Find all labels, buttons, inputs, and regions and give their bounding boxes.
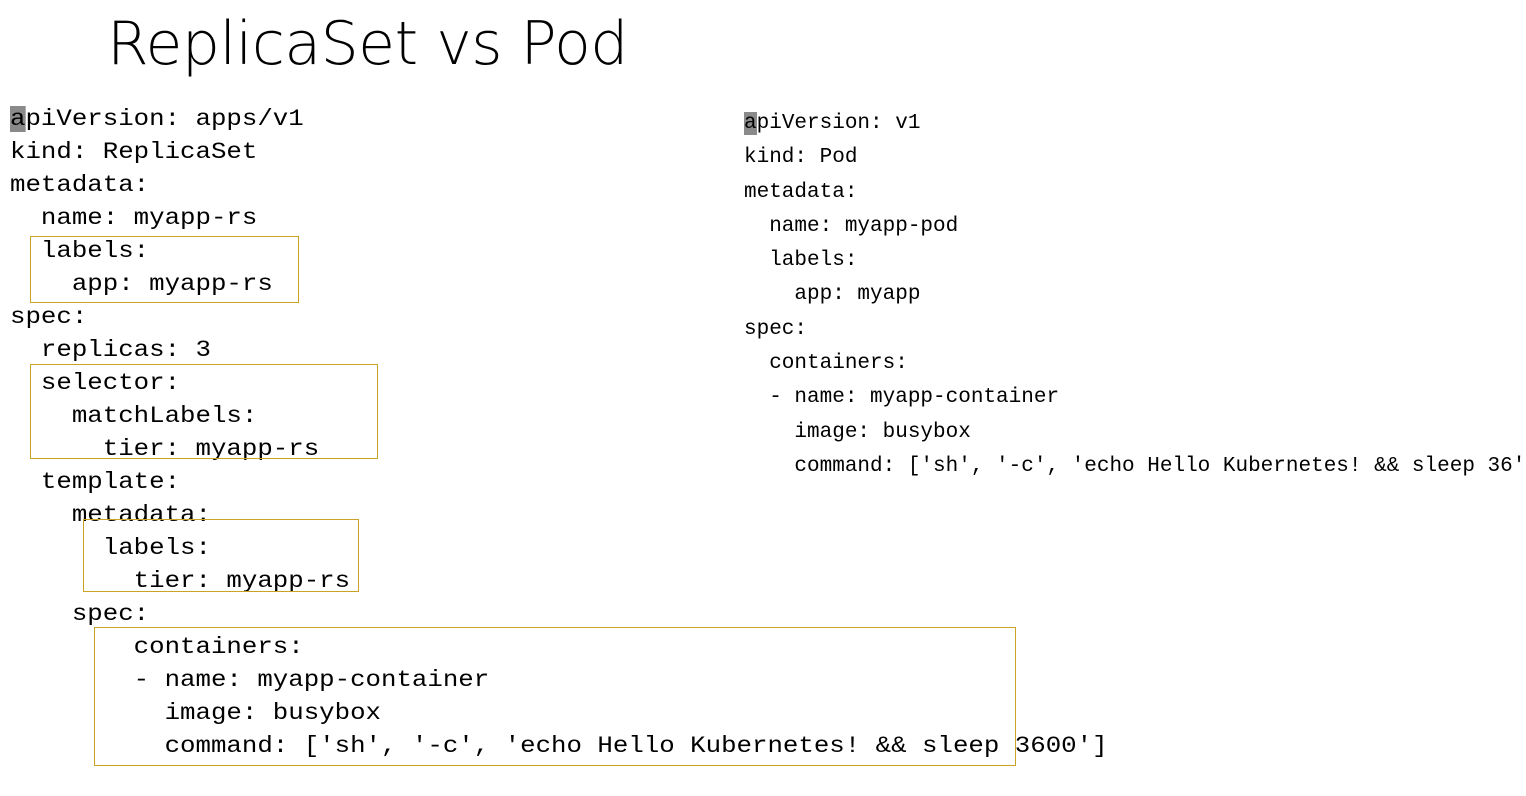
text-cursor: a [744,112,757,135]
highlight-box-selector [30,364,378,459]
code-line: - name: myapp-container [744,386,1060,410]
highlight-box-containers [94,627,1016,766]
code-line: metadata: [744,180,858,204]
code-line: labels: [744,249,858,273]
pod-yaml-code: apiVersion: v1 kind: Pod metadata: name: m… [744,107,1526,484]
highlight-box-template-labels [83,519,359,592]
code-line: app: myapp [744,283,921,307]
code-line: spec: [744,317,808,341]
code-line: command: ['sh', '-c', 'echo Hello Kubern… [744,454,1526,478]
highlight-box-metadata-labels [30,236,299,303]
code-line: apiVersion: v1 [744,112,921,135]
code-line: kind: Pod [744,146,858,170]
text-cursor: a [10,106,26,132]
code-line: containers: [744,352,908,376]
code-line: image: busybox [744,420,971,444]
slide-title: ReplicaSet vs Pod [107,9,628,79]
code-line: name: myapp-pod [744,214,959,238]
